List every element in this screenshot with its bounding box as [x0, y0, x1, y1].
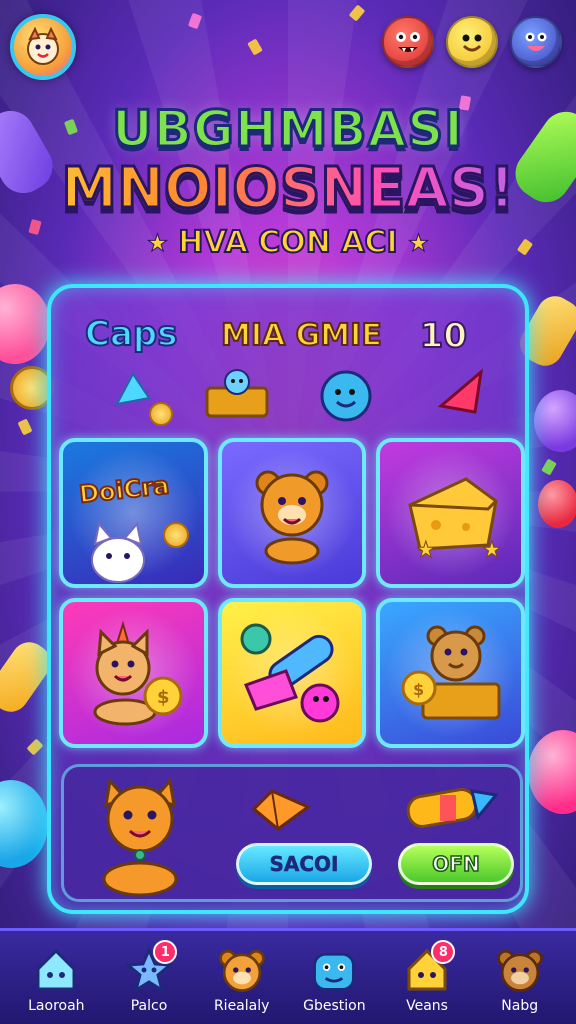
cone-icon: [437, 368, 484, 414]
house-icon: [31, 946, 81, 994]
game-panel: Caps MIA GMIE 10 DoiCra ★ ★ $ $ SACOI OF…: [47, 284, 529, 914]
cheese-block-icon: ★ ★: [407, 477, 502, 561]
nav-item-palco[interactable]: 1 Palco: [103, 940, 196, 1014]
mode-label: MIA GMIE: [220, 317, 383, 354]
confetti: [247, 38, 263, 56]
nav-label: Nabg: [501, 998, 539, 1014]
bear-with-coin-icon: $: [401, 625, 501, 720]
white-cat-icon: [91, 521, 145, 583]
dog-face-icon: [217, 946, 267, 994]
nav-label: Riealaly: [213, 998, 270, 1014]
reward-card: SACOI OFN: [61, 764, 523, 902]
player-avatar-button[interactable]: [10, 14, 76, 80]
blue-monster-icon: [309, 946, 359, 994]
pink-balloon: [528, 730, 576, 814]
level-grid: DoiCra ★ ★ $ $: [59, 438, 525, 748]
subtitle-row: ★ HVA CON ACI ★: [0, 224, 576, 261]
panel-header: Caps MIA GMIE 10: [51, 313, 525, 364]
candy-pieces-icon: [240, 623, 340, 723]
blue-triangle-icon: [115, 372, 151, 406]
level-tile[interactable]: DoiCra: [59, 438, 208, 588]
level-tile[interactable]: [217, 438, 367, 588]
nav-item-collection[interactable]: Gbestion: [288, 946, 381, 1014]
blue-blob-icon: [320, 370, 372, 422]
monster-collection: [382, 16, 562, 68]
blue-monster-icon[interactable]: [510, 16, 562, 68]
blue-balloon: [0, 780, 48, 868]
title-line-1: UBGHMBASI: [111, 99, 465, 160]
svg-text:★: ★: [416, 538, 436, 561]
nav-item-home[interactable]: Laoroah: [10, 946, 103, 1014]
yellow-monster-icon[interactable]: [446, 16, 498, 68]
open-button[interactable]: OFN: [398, 843, 514, 885]
star-icon: ★: [146, 228, 169, 257]
level-tile[interactable]: $: [59, 598, 208, 748]
nav-label: Veans: [406, 998, 448, 1014]
svg-text:★: ★: [482, 538, 502, 561]
bear-icon: [255, 470, 329, 565]
caps-label: Caps: [84, 313, 178, 355]
confetti: [26, 738, 44, 756]
treasure-crate-icon: [205, 369, 269, 418]
nav-item-rewards[interactable]: Riealaly: [195, 946, 288, 1014]
cat-avatar-icon: [27, 26, 59, 65]
panel-decorations: [51, 366, 525, 426]
nav-label: Palco: [130, 998, 168, 1014]
confetti: [541, 458, 557, 476]
nav-item-veans[interactable]: 8 Veans: [381, 940, 474, 1014]
subtitle: HVA CON ACI: [177, 224, 398, 261]
confetti: [187, 12, 203, 30]
rocket-capsule-icon: [406, 788, 499, 828]
purple-balloon: [534, 390, 576, 452]
orange-cat-icon: [102, 777, 178, 897]
pink-balloon: [0, 284, 50, 364]
title-line-2: MNOIOSNEAS!: [0, 155, 576, 223]
svg-text:$: $: [157, 687, 170, 708]
nav-label: Gbestion: [303, 998, 366, 1014]
confetti: [348, 4, 366, 22]
svg-text:$: $: [413, 680, 424, 699]
nav-label: Laoroah: [28, 998, 85, 1014]
bear-icon: [495, 946, 545, 994]
level-tile[interactable]: $: [376, 598, 525, 748]
level-tile[interactable]: [217, 598, 367, 748]
star-icon: ★: [407, 228, 430, 257]
level-tile[interactable]: ★ ★: [376, 438, 525, 588]
red-monster-icon[interactable]: [382, 16, 434, 68]
gold-coin-icon: [149, 402, 173, 426]
party-cat-icon: $: [93, 620, 183, 726]
gold-coin-icon: [163, 522, 189, 548]
bottom-nav: Laoroah 1 Palco Riealaly Gbestion 8 Vean…: [0, 928, 576, 1024]
secondary-action-button[interactable]: SACOI: [236, 843, 372, 885]
orange-gem-icon: [251, 789, 311, 831]
red-balloon: [538, 480, 576, 528]
confetti: [17, 418, 33, 436]
game-title: UBGHMBASI MNOIOSNEAS! ★ HVA CON ACI ★: [0, 99, 576, 262]
nav-item-profile[interactable]: Nabg: [473, 946, 566, 1014]
score-counter: 10: [419, 315, 468, 357]
